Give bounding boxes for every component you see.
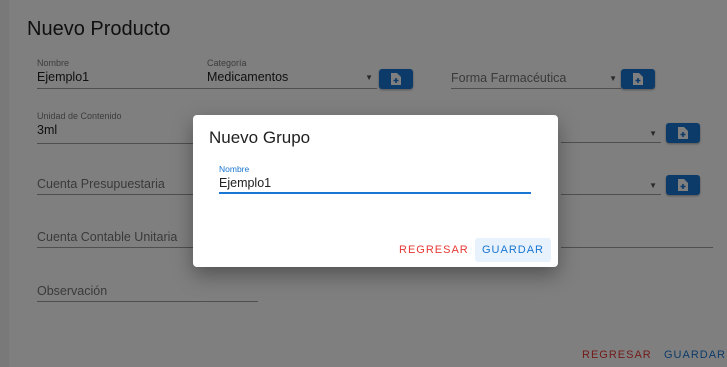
dialog-nombre-label: Nombre: [219, 164, 250, 174]
dialog-nombre-value: Ejemplo1: [219, 176, 272, 190]
dialog-title: Nuevo Grupo: [209, 128, 311, 147]
dialog-back-button[interactable]: REGRESAR: [392, 238, 476, 262]
dialog-nombre-underline: [219, 192, 531, 194]
dialog-save-button[interactable]: GUARDAR: [475, 238, 552, 262]
nuevo-grupo-dialog: Nuevo Grupo Nombre Ejemplo1 REGRESAR GUA…: [193, 115, 558, 267]
dialog-nombre-field[interactable]: Nombre Ejemplo1: [219, 164, 531, 194]
